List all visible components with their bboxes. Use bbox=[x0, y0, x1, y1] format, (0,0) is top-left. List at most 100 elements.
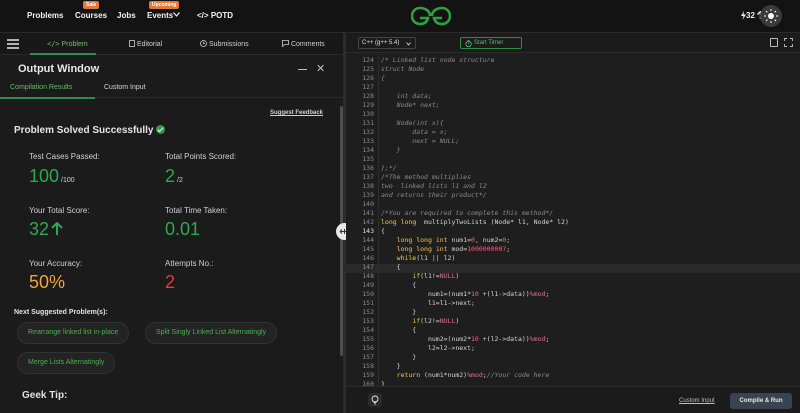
suggestion-chip[interactable]: Rearrange linked list in-place bbox=[17, 322, 130, 344]
line-number: 159 bbox=[362, 371, 374, 379]
line-number: 132 bbox=[362, 128, 374, 136]
line-number: 128 bbox=[362, 92, 374, 100]
code-line: { bbox=[381, 263, 401, 271]
theme-toggle-button[interactable] bbox=[760, 5, 782, 27]
clock-icon bbox=[200, 40, 207, 47]
line-number: 139 bbox=[362, 191, 374, 199]
line-number: 134 bbox=[362, 146, 374, 154]
line-number: 126 bbox=[362, 74, 374, 82]
problem-tabbar: </> Problem Editorial Submissions Commen… bbox=[0, 33, 343, 55]
code-line: } bbox=[381, 146, 401, 154]
chevron-down-icon bbox=[406, 42, 411, 46]
nav-courses[interactable]: Courses bbox=[75, 11, 107, 20]
line-number: 152 bbox=[362, 308, 374, 316]
line-number: 130 bbox=[362, 110, 374, 118]
code-icon: </> bbox=[47, 40, 60, 48]
code-line: long long int num1=0, num2=0; bbox=[396, 236, 511, 244]
start-timer-button[interactable]: Start Timer bbox=[460, 37, 522, 49]
suggest-feedback-link[interactable]: Suggest Feedback bbox=[270, 110, 323, 116]
stopwatch-icon bbox=[465, 40, 472, 47]
points-value: 2/2 bbox=[165, 166, 183, 186]
nav-events[interactable]: Events bbox=[147, 11, 173, 20]
geek-tip-heading: Geek Tip: bbox=[22, 390, 68, 401]
code-line: /*You are required to complete this meth… bbox=[381, 209, 554, 217]
comment-icon bbox=[282, 40, 289, 48]
code-line: struct Node bbox=[381, 65, 425, 73]
line-number: 145 bbox=[362, 245, 374, 253]
code-line: num2=(num2*10 +(l2->data))%mod; bbox=[381, 335, 550, 343]
code-line: /*The method multiplies bbox=[381, 173, 472, 181]
code-line: { bbox=[381, 281, 417, 289]
line-number: 138 bbox=[362, 182, 374, 190]
output-window-title: Output Window bbox=[18, 63, 100, 75]
document-icon bbox=[129, 40, 135, 47]
tab-submissions[interactable]: Submissions bbox=[200, 40, 249, 48]
line-number: 133 bbox=[362, 137, 374, 145]
code-line: { bbox=[381, 326, 417, 334]
copy-icon[interactable] bbox=[770, 38, 778, 47]
active-tab-underline bbox=[30, 53, 96, 55]
line-number: 144 bbox=[362, 236, 374, 244]
test-cases-value: 100/100 bbox=[29, 166, 75, 186]
tab-compilation-results[interactable]: Compilation Results bbox=[10, 84, 72, 91]
time-taken-value: 0.01 bbox=[165, 219, 201, 239]
line-number: 142 bbox=[362, 218, 374, 226]
tab-custom-input[interactable]: Custom Input bbox=[104, 84, 146, 91]
code-line: and returns their product*/ bbox=[381, 191, 487, 199]
accuracy-value: 50% bbox=[29, 272, 66, 292]
line-number: 137 bbox=[362, 173, 374, 181]
events-upcoming-badge: Upcoming bbox=[149, 1, 180, 9]
code-line: l1=l1->next; bbox=[381, 299, 475, 307]
close-icon[interactable]: ✕ bbox=[316, 62, 325, 75]
suggestion-chip[interactable]: Merge Lists Alternatingly bbox=[17, 352, 116, 374]
line-number: 148 bbox=[362, 272, 374, 280]
total-score-label: Your Total Score: bbox=[29, 206, 90, 215]
line-number: 157 bbox=[362, 353, 374, 361]
line-number: 143 bbox=[362, 227, 374, 235]
line-number: 136 bbox=[362, 164, 374, 172]
check-circle-icon bbox=[155, 125, 165, 134]
fullscreen-icon[interactable] bbox=[784, 38, 793, 47]
total-score-value: 32 bbox=[29, 219, 63, 240]
code-editor-panel: C++ (g++ 5.4) Start Timer 124 /* Linked l… bbox=[346, 33, 800, 413]
hint-button[interactable] bbox=[368, 393, 382, 407]
code-line: num1=(num1*10 +(l1->data))%mod; bbox=[381, 290, 550, 298]
line-number: 146 bbox=[362, 254, 374, 262]
code-line: int data; bbox=[381, 92, 432, 100]
language-select[interactable]: C++ (g++ 5.4) bbox=[358, 37, 416, 49]
menu-icon[interactable] bbox=[6, 38, 20, 50]
code-icon: </> bbox=[197, 11, 209, 20]
line-number: 155 bbox=[362, 335, 374, 343]
code-line: next = NULL; bbox=[381, 137, 460, 145]
line-number: 147 bbox=[362, 263, 374, 271]
code-line: } bbox=[381, 308, 417, 316]
code-line: two linked lists l1 and l2 bbox=[381, 182, 487, 190]
result-status: Problem Solved Successfully bbox=[14, 125, 165, 136]
line-number: 158 bbox=[362, 362, 374, 370]
attempts-label: Attempts No.: bbox=[165, 259, 214, 268]
code-line: /* Linked list node structure bbox=[381, 56, 495, 64]
tab-comments[interactable]: Comments bbox=[282, 40, 325, 48]
suggestion-chip[interactable]: Split Singly Linked List Alternatingly bbox=[145, 322, 278, 344]
code-line: } bbox=[381, 362, 401, 370]
line-number: 149 bbox=[362, 281, 374, 289]
nav-potd[interactable]: </> POTD bbox=[197, 11, 233, 20]
line-number: 129 bbox=[362, 101, 374, 109]
tab-problem[interactable]: </> Problem bbox=[47, 40, 88, 48]
left-panel: </> Problem Editorial Submissions Commen… bbox=[0, 33, 343, 413]
editor-footer: Custom Input Compile & Run bbox=[346, 386, 800, 413]
tab-editorial[interactable]: Editorial bbox=[129, 40, 162, 48]
test-cases-label: Test Cases Passed: bbox=[29, 152, 100, 161]
nav-jobs[interactable]: Jobs bbox=[117, 11, 136, 20]
line-number: 153 bbox=[362, 317, 374, 325]
chevron-down-icon bbox=[173, 12, 180, 17]
lightbulb-icon bbox=[371, 395, 379, 405]
code-area[interactable]: 124 /* Linked list node structure 125 struc… bbox=[346, 54, 800, 388]
code-line: if(l1!=NULL) bbox=[412, 272, 460, 280]
nav-problems[interactable]: Problems bbox=[27, 11, 63, 20]
code-line: data = x; bbox=[381, 128, 448, 136]
minimize-icon[interactable] bbox=[298, 69, 307, 70]
compile-run-button[interactable]: Compile & Run bbox=[730, 393, 792, 409]
code-line: };*/ bbox=[381, 164, 397, 172]
custom-input-link[interactable]: Custom Input bbox=[679, 398, 715, 404]
